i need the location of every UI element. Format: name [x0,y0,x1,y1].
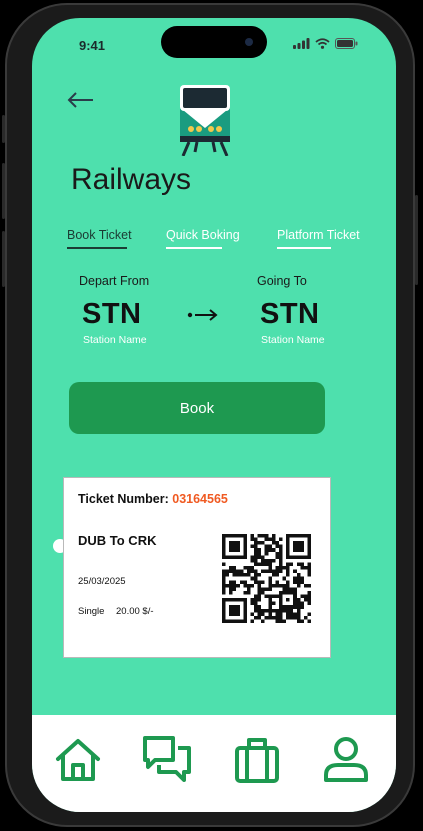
depart-station-name: Station Name [83,334,147,346]
qr-code-icon [222,534,311,623]
volume-down-button [2,231,5,287]
ticket-card[interactable]: Ticket Number: 03164565 DUB To CRK 25/03… [63,477,331,658]
tab-active-underline [67,247,127,249]
back-arrow-icon[interactable] [65,88,95,112]
dynamic-island [161,26,267,58]
tab-label: Platform Ticket [277,228,360,242]
home-icon[interactable] [53,735,103,785]
arrive-label: Going To [257,274,307,288]
ticket-number: 03164565 [172,492,228,506]
depart-label: Depart From [79,274,150,288]
train-logo-icon [180,85,230,156]
page-title: Railways [71,163,192,196]
signal-icon [293,38,310,49]
ticket-route: DUB To CRK [78,533,157,548]
camera-dot [245,38,253,46]
tab-platform-ticket[interactable]: Platform Ticket [277,228,360,249]
bottom-navbar [32,715,396,812]
ticket-date: 25/03/2025 [78,576,126,587]
book-button[interactable]: Book [69,382,325,434]
depart-code[interactable]: STN [82,298,142,331]
tab-label: Book Ticket [67,228,132,242]
silent-switch [2,115,5,143]
tab-quick-booking[interactable]: Quick Boking [166,228,240,249]
luggage-icon[interactable] [232,735,282,785]
status-bar: 9:41 [32,18,396,68]
ticket-price: 20.00 $/- [116,606,154,617]
arrive-station-name: Station Name [261,334,325,346]
ticket-type: Single [78,606,105,617]
chat-icon[interactable] [142,735,192,785]
wifi-icon [315,38,330,49]
tab-book-ticket[interactable]: Book Ticket [67,228,132,249]
profile-icon[interactable] [321,735,371,785]
ticket-number-label: Ticket Number: [78,492,169,506]
screen: 9:41 Railways Book Ticket Quick Boking P… [32,18,396,812]
ticket-number-row: Ticket Number: 03164565 [78,492,228,506]
route-arrow-icon [187,309,218,321]
power-button [415,195,418,285]
tab-label: Quick Boking [166,228,240,242]
status-icons [293,38,358,49]
status-time: 9:41 [79,38,106,53]
battery-icon [335,38,358,49]
arrive-code[interactable]: STN [260,298,320,331]
tab-underline [277,247,331,249]
volume-up-button [2,163,5,219]
tab-underline [166,247,222,249]
